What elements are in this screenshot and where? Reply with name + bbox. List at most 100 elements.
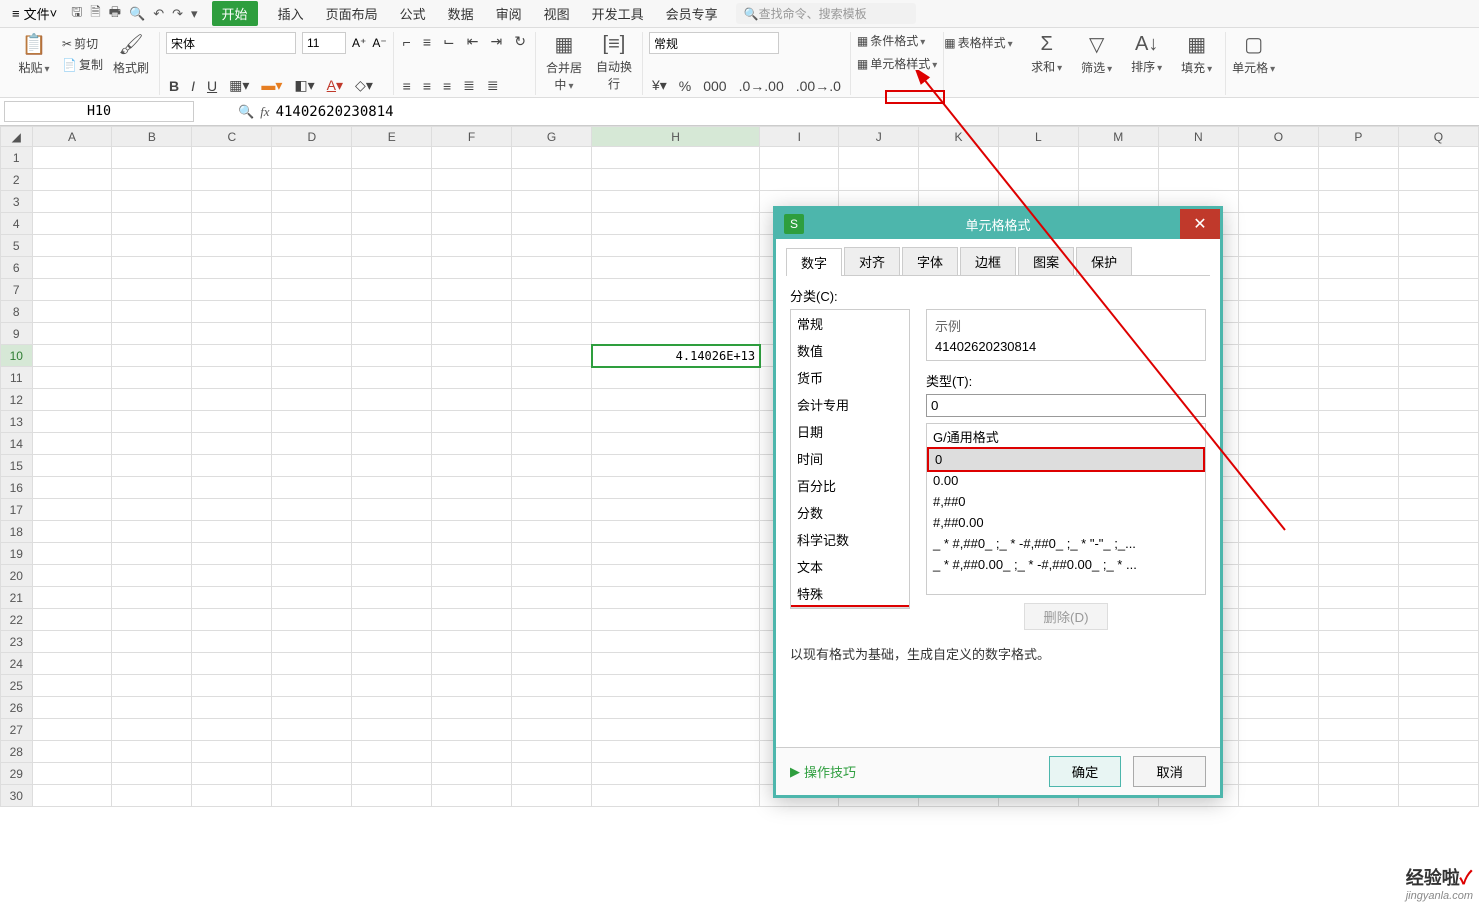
indent-increase-button[interactable]: ⇥: [487, 32, 505, 51]
cell-B13[interactable]: [112, 411, 192, 433]
cell-D7[interactable]: [272, 279, 352, 301]
file-menu[interactable]: ≡ 文件 ˅: [6, 2, 63, 25]
orientation-button[interactable]: ↻: [511, 32, 529, 51]
cell-O7[interactable]: [1238, 279, 1318, 301]
cell-H21[interactable]: [592, 587, 760, 609]
cell-D12[interactable]: [272, 389, 352, 411]
table-style-button[interactable]: ▦ 表格样式: [944, 34, 1012, 51]
cell-C1[interactable]: [192, 147, 272, 169]
cell-format-big-button[interactable]: ▢单元格: [1232, 32, 1276, 76]
cell-D4[interactable]: [272, 213, 352, 235]
cell-A8[interactable]: [32, 301, 112, 323]
cell-C23[interactable]: [192, 631, 272, 653]
tab-layout[interactable]: 页面布局: [324, 2, 380, 25]
cell-Q18[interactable]: [1398, 521, 1478, 543]
cell-O15[interactable]: [1238, 455, 1318, 477]
row-header-11[interactable]: 11: [1, 367, 33, 389]
cell-O11[interactable]: [1238, 367, 1318, 389]
cell-B18[interactable]: [112, 521, 192, 543]
cell-Q16[interactable]: [1398, 477, 1478, 499]
cell-G29[interactable]: [512, 763, 592, 785]
cell-B25[interactable]: [112, 675, 192, 697]
name-box[interactable]: [4, 101, 194, 122]
row-header-12[interactable]: 12: [1, 389, 33, 411]
fill-color-button[interactable]: ▬▾: [258, 76, 285, 95]
cell-Q28[interactable]: [1398, 741, 1478, 763]
cell-O20[interactable]: [1238, 565, 1318, 587]
col-header-L[interactable]: L: [998, 127, 1078, 147]
col-header-E[interactable]: E: [352, 127, 432, 147]
cell-D17[interactable]: [272, 499, 352, 521]
cell-F22[interactable]: [432, 609, 512, 631]
cell-H13[interactable]: [592, 411, 760, 433]
cell-B22[interactable]: [112, 609, 192, 631]
command-search[interactable]: 🔍 查找命令、搜索模板: [736, 3, 916, 24]
indent-decrease-button[interactable]: ⇤: [464, 32, 482, 51]
cell-A2[interactable]: [32, 169, 112, 191]
cell-C4[interactable]: [192, 213, 272, 235]
cell-E12[interactable]: [352, 389, 432, 411]
cell-A22[interactable]: [32, 609, 112, 631]
cell-E14[interactable]: [352, 433, 432, 455]
cell-H19[interactable]: [592, 543, 760, 565]
cell-B27[interactable]: [112, 719, 192, 741]
cell-F1[interactable]: [432, 147, 512, 169]
cell-A14[interactable]: [32, 433, 112, 455]
cell-C15[interactable]: [192, 455, 272, 477]
cell-E2[interactable]: [352, 169, 432, 191]
cell-B12[interactable]: [112, 389, 192, 411]
cell-P24[interactable]: [1318, 653, 1398, 675]
cell-E5[interactable]: [352, 235, 432, 257]
cell-Q24[interactable]: [1398, 653, 1478, 675]
cell-F4[interactable]: [432, 213, 512, 235]
cell-G14[interactable]: [512, 433, 592, 455]
cell-E11[interactable]: [352, 367, 432, 389]
cell-O4[interactable]: [1238, 213, 1318, 235]
cell-Q5[interactable]: [1398, 235, 1478, 257]
cell-C7[interactable]: [192, 279, 272, 301]
cell-E22[interactable]: [352, 609, 432, 631]
cell-B2[interactable]: [112, 169, 192, 191]
copy-button[interactable]: 📄 复制: [62, 56, 103, 73]
cell-A3[interactable]: [32, 191, 112, 213]
cell-H9[interactable]: [592, 323, 760, 345]
distribute-button[interactable]: ≣: [484, 76, 502, 95]
cell-F11[interactable]: [432, 367, 512, 389]
row-header-30[interactable]: 30: [1, 785, 33, 807]
cell-E13[interactable]: [352, 411, 432, 433]
cell-Q29[interactable]: [1398, 763, 1478, 785]
category-list[interactable]: 常规数值货币会计专用日期时间百分比分数科学记数文本特殊自定义: [790, 309, 910, 609]
cell-B26[interactable]: [112, 697, 192, 719]
cell-F29[interactable]: [432, 763, 512, 785]
col-header-D[interactable]: D: [272, 127, 352, 147]
cell-A1[interactable]: [32, 147, 112, 169]
cell-H6[interactable]: [592, 257, 760, 279]
cell-C17[interactable]: [192, 499, 272, 521]
number-format-select[interactable]: [649, 32, 779, 54]
cell-B5[interactable]: [112, 235, 192, 257]
cell-G6[interactable]: [512, 257, 592, 279]
print-icon[interactable]: 🖶: [109, 3, 121, 25]
cell-G13[interactable]: [512, 411, 592, 433]
cell-A29[interactable]: [32, 763, 112, 785]
cell-A17[interactable]: [32, 499, 112, 521]
cell-Q20[interactable]: [1398, 565, 1478, 587]
cell-C26[interactable]: [192, 697, 272, 719]
cell-O19[interactable]: [1238, 543, 1318, 565]
cell-C3[interactable]: [192, 191, 272, 213]
cell-C25[interactable]: [192, 675, 272, 697]
cell-E20[interactable]: [352, 565, 432, 587]
cell-E1[interactable]: [352, 147, 432, 169]
cell-P17[interactable]: [1318, 499, 1398, 521]
cell-O16[interactable]: [1238, 477, 1318, 499]
cell-P7[interactable]: [1318, 279, 1398, 301]
cell-D30[interactable]: [272, 785, 352, 807]
cell-B14[interactable]: [112, 433, 192, 455]
cell-C12[interactable]: [192, 389, 272, 411]
cell-B9[interactable]: [112, 323, 192, 345]
cat-item[interactable]: 常规: [791, 310, 909, 337]
bold-button[interactable]: B: [166, 77, 182, 95]
col-header-H[interactable]: H: [592, 127, 760, 147]
cell-H16[interactable]: [592, 477, 760, 499]
cell-O23[interactable]: [1238, 631, 1318, 653]
